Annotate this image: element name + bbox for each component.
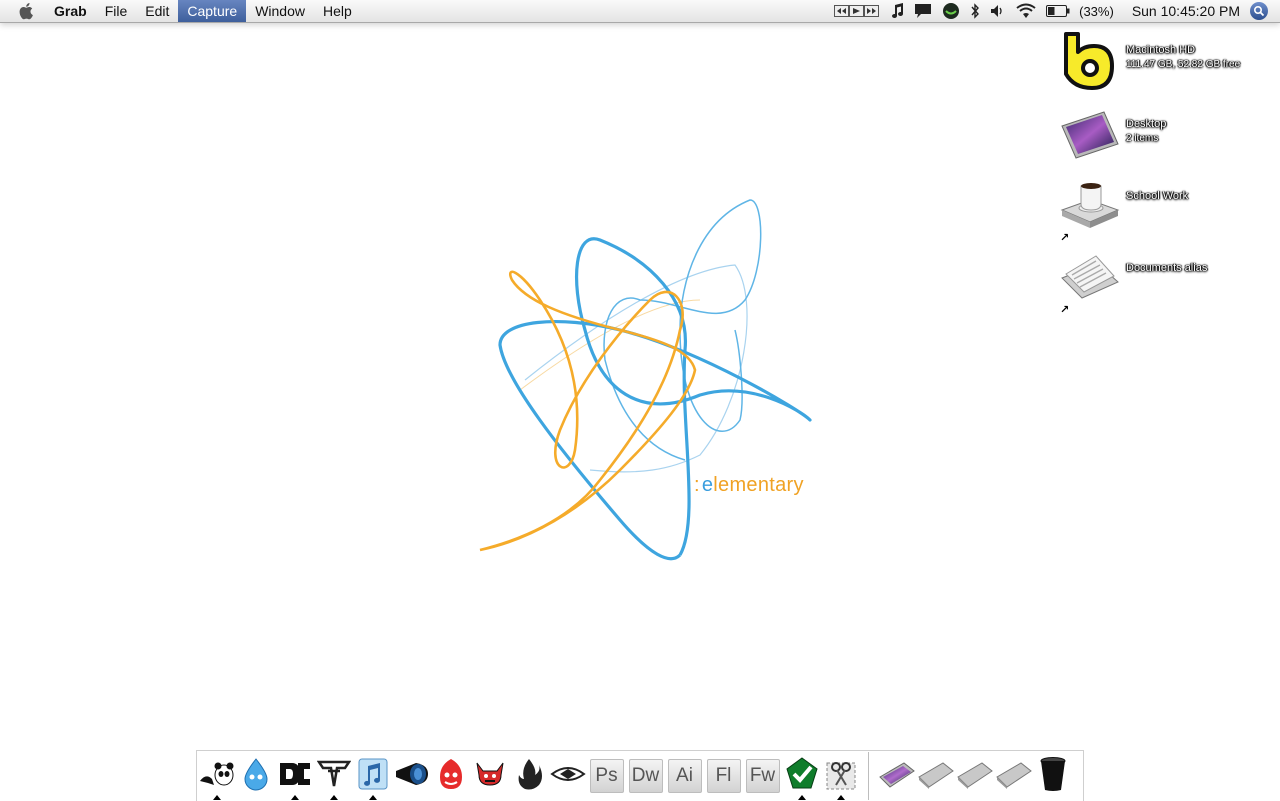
spotlight-search-icon[interactable] [1250,2,1268,20]
coffee-cup-folder-icon [1060,176,1120,236]
toy-machine-icon [473,759,507,794]
flash-icon: Fl [706,759,741,793]
menu-window[interactable]: Window [246,0,314,22]
battery-icon[interactable] [1046,0,1070,22]
speech-bubble-icon[interactable] [914,0,932,22]
dock-app-dreamweaver[interactable]: Dw [627,754,665,798]
icon-label: School Work [1126,190,1189,202]
media-controls-icon[interactable] [834,0,880,22]
dock-app-panda[interactable] [198,754,236,800]
running-indicator [836,795,845,800]
dreamweaver-icon: Dw [628,759,663,793]
app-menu-grab[interactable]: Grab [42,0,96,22]
desktop-icon-macintosh-hd[interactable]: Macintosh HD 111.47 GB, 52.82 GB free [1060,30,1280,94]
dock-app-photoshop[interactable]: Ps [588,754,626,798]
dock-app-dc[interactable] [276,754,314,800]
dock-app-grab[interactable] [822,754,860,800]
dock-app-toy-machine[interactable] [471,754,509,798]
dock-app-flame[interactable] [510,754,548,798]
wordmark-e: e [701,474,714,496]
bluetooth-icon[interactable] [970,0,980,22]
apple-menu-icon[interactable] [12,0,42,22]
dock-app-fallen[interactable] [315,754,353,800]
icon-label: Documents alias [1126,262,1208,274]
music-note-icon[interactable] [890,0,904,22]
running-indicator [368,795,377,800]
icon-label: Desktop [1126,118,1167,130]
alias-arrow-icon: ↗ [1060,232,1070,244]
desktop-icon-school-work[interactable]: ↗ School Work [1060,176,1280,244]
icon-sublabel: 111.47 GB, 52.82 GB free [1126,59,1241,70]
water-drop-icon [241,757,271,796]
desktop-icon-desktop[interactable]: Desktop 2 items [1060,104,1280,168]
menu-help[interactable]: Help [314,0,361,22]
dock-app-illustrator[interactable]: Ai [666,754,704,798]
battery-percent: (33%) [1079,3,1114,19]
dock-trash[interactable] [1034,754,1072,798]
desktop-stack-icon [878,759,916,794]
green-status-icon[interactable] [942,0,960,22]
dc-logo-icon [278,761,312,792]
checkmark-icon [785,756,819,796]
dock-app-camera-lens[interactable] [393,754,431,798]
spitfire-icon [436,757,466,796]
running-indicator [212,795,221,800]
desktop-folder-icon [1060,104,1120,164]
dock-separator [868,752,869,800]
running-indicator [290,795,299,800]
menu-capture[interactable]: Capture [178,0,247,22]
illustrator-icon: Ai [667,759,702,793]
flame-icon [515,757,543,796]
fireworks-icon: Fw [745,759,780,793]
documents-folder-icon [1060,248,1120,308]
dock-stack-folder-1[interactable] [917,754,955,798]
camera-lens-icon [394,759,430,794]
folder-stack-icon [917,759,955,794]
status-area: (33%) Sun 10:45:20 PM [829,0,1280,22]
dock-app-fireworks[interactable]: Fw [744,754,782,798]
icon-label: Macintosh HD [1126,44,1196,56]
dock-app-eye-logo[interactable] [549,754,587,798]
desktop-icon-documents-alias[interactable]: ↗ Documents alias [1060,248,1280,316]
menu-edit[interactable]: Edit [136,0,178,22]
dock-stack-desktop[interactable] [878,754,916,798]
dock: Ps Dw Ai Fl Fw [196,750,1084,801]
elementary-logo-swirl [479,199,812,561]
folder-stack-icon [956,759,994,794]
running-indicator [329,795,338,800]
icon-sublabel: 2 items [1126,133,1159,144]
dock-app-water-drop[interactable] [237,754,275,798]
panda-icon [198,759,236,794]
dock-stack-folder-3[interactable] [995,754,1033,798]
dock-app-flash[interactable]: Fl [705,754,743,798]
grab-scissors-icon [824,757,858,796]
wordmark-rest: lementary [713,474,804,496]
photoshop-icon: Ps [589,759,624,793]
wordmark-colon: : [694,474,700,496]
hard-drive-icon [1060,30,1120,90]
dock-app-itunes[interactable] [354,754,392,800]
dock-app-checkmark[interactable] [783,754,821,800]
fallen-logo-icon [316,759,351,794]
wifi-icon[interactable] [1016,0,1036,22]
menu-file[interactable]: File [96,0,137,22]
volume-icon[interactable] [990,0,1006,22]
menu-clock[interactable]: Sun 10:45:20 PM [1132,3,1240,19]
folder-stack-icon [995,759,1033,794]
trash-icon [1038,756,1068,797]
menu-bar: Grab File Edit Capture Window Help (33%)… [0,0,1280,23]
running-indicator [797,795,806,800]
itunes-icon [356,756,390,797]
dock-stack-folder-2[interactable] [956,754,994,798]
alias-arrow-icon: ↗ [1060,304,1070,316]
elementary-wordmark: : elementary [694,474,804,497]
eye-logo-icon [549,764,586,789]
dock-app-spitfire[interactable] [432,754,470,798]
